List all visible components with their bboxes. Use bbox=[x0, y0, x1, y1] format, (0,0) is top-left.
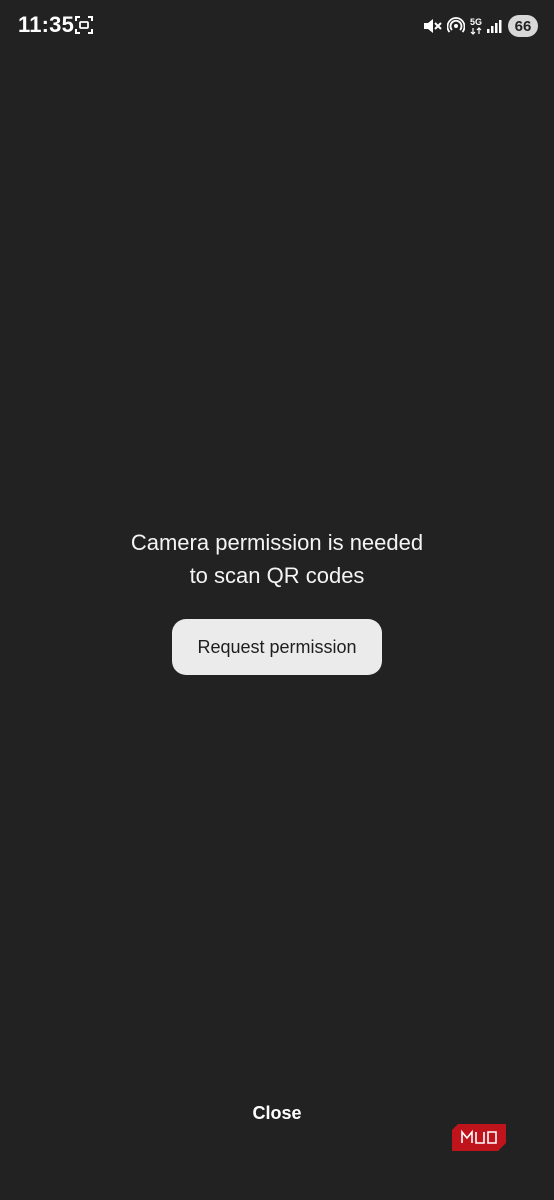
mute-icon bbox=[422, 16, 442, 36]
hotspot-icon bbox=[446, 17, 465, 35]
request-permission-button[interactable]: Request permission bbox=[172, 619, 382, 675]
permission-message: Camera permission is needed to scan QR c… bbox=[0, 526, 554, 592]
permission-message-line1: Camera permission is needed bbox=[130, 530, 424, 555]
status-icons: 5G 66 bbox=[422, 13, 538, 39]
camera-permission-screen: 11:35 5G 66 Camera permission is needed … bbox=[0, 0, 554, 1200]
screenshot-icon bbox=[74, 15, 94, 35]
status-time: 11:35 bbox=[18, 12, 75, 37]
battery-icon: 66 bbox=[508, 15, 538, 37]
battery-level: 66 bbox=[514, 17, 532, 35]
signal-icon bbox=[487, 18, 503, 34]
status-bar: 11:35 5G 66 bbox=[0, 0, 554, 52]
network-type-icon: 5G bbox=[469, 16, 482, 35]
close-button[interactable]: Close bbox=[0, 1103, 554, 1124]
muo-watermark-logo bbox=[452, 1124, 506, 1151]
permission-message-line2: to scan QR codes bbox=[189, 563, 365, 588]
network-type-label: 5G bbox=[469, 16, 482, 27]
